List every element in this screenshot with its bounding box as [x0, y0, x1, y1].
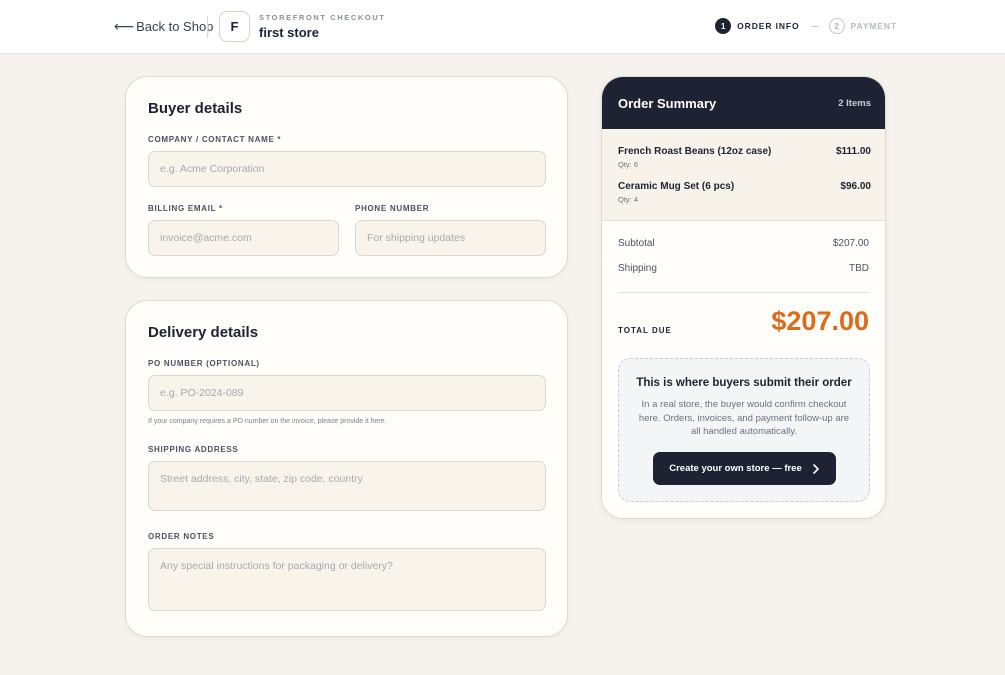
shipping-value: TBD [849, 263, 869, 274]
item-qty: Qty: 6 [618, 160, 639, 169]
buyer-details-card: Buyer details COMPANY / CONTACT NAME * B… [125, 76, 568, 278]
item-count: 2 Items [838, 98, 871, 109]
back-to-shop-label: Back to Shop [136, 19, 214, 34]
demo-notice-box: This is where buyers submit their order … [618, 358, 870, 502]
shipping-label: Shipping [618, 263, 657, 274]
item-price: $96.00 [840, 181, 871, 192]
demo-notice-title: This is where buyers submit their order [636, 377, 852, 389]
phone-label: PHONE NUMBER [355, 204, 430, 213]
po-number-input[interactable] [148, 375, 546, 411]
summary-divider [618, 292, 869, 293]
order-items: French Roast Beans (12oz case) Qty: 6 $1… [602, 129, 885, 221]
po-number-label: PO NUMBER (OPTIONAL) [148, 359, 260, 368]
step-2-label: PAYMENT [850, 21, 897, 31]
billing-email-input[interactable] [148, 220, 339, 256]
step-1-label: ORDER INFO [737, 21, 800, 31]
arrow-left-icon: ⟵ [114, 18, 135, 34]
subtotal-value: $207.00 [832, 238, 869, 249]
step-1-number: 1 [715, 18, 732, 34]
company-input[interactable] [148, 151, 546, 187]
step-2-number: 2 [828, 18, 845, 34]
order-notes-input[interactable] [148, 548, 546, 611]
item-name: Ceramic Mug Set (6 pcs) [618, 181, 735, 192]
back-to-shop-link[interactable]: ⟵ Back to Shop [114, 18, 213, 35]
order-notes-label: ORDER NOTES [148, 532, 215, 541]
item-name: French Roast Beans (12oz case) [618, 146, 772, 157]
subtotal-label: Subtotal [618, 238, 655, 249]
shipping-address-label: SHIPPING ADDRESS [148, 445, 239, 454]
chevron-right-icon [812, 463, 819, 474]
create-store-button[interactable]: Create your own store — free [653, 452, 836, 485]
step-separator [810, 25, 818, 27]
store-name: first store [259, 25, 319, 40]
store-kicker: STOREFRONT CHECKOUT [259, 13, 386, 22]
header-divider [207, 16, 208, 38]
order-summary-title: Order Summary [618, 96, 717, 111]
buyer-details-title: Buyer details [148, 100, 243, 117]
total-due-label: TOTAL DUE [618, 326, 672, 335]
create-store-label: Create your own store — free [669, 463, 802, 474]
total-due-value: $207.00 [771, 306, 869, 336]
checkout-header: ⟵ Back to Shop F STOREFRONT CHECKOUT fir… [0, 0, 1005, 54]
demo-notice-body: In a real store, the buyer would confirm… [638, 399, 850, 437]
shipping-address-input[interactable] [148, 461, 546, 511]
item-qty: Qty: 4 [618, 195, 639, 204]
item-price: $111.00 [835, 146, 871, 157]
checkout-steps: 1 ORDER INFO 2 PAYMENT [715, 18, 897, 34]
delivery-details-card: Delivery details PO NUMBER (OPTIONAL) If… [125, 300, 568, 637]
po-help-text: If your company requires a PO number on … [148, 418, 387, 425]
company-label: COMPANY / CONTACT NAME * [148, 135, 282, 144]
phone-input[interactable] [355, 220, 546, 256]
delivery-details-title: Delivery details [148, 324, 259, 341]
order-summary-header: Order Summary 2 Items [602, 77, 885, 129]
billing-email-label: BILLING EMAIL * [148, 204, 223, 213]
store-avatar: F [219, 11, 250, 42]
order-summary-card: Order Summary 2 Items French Roast Beans… [601, 76, 886, 519]
